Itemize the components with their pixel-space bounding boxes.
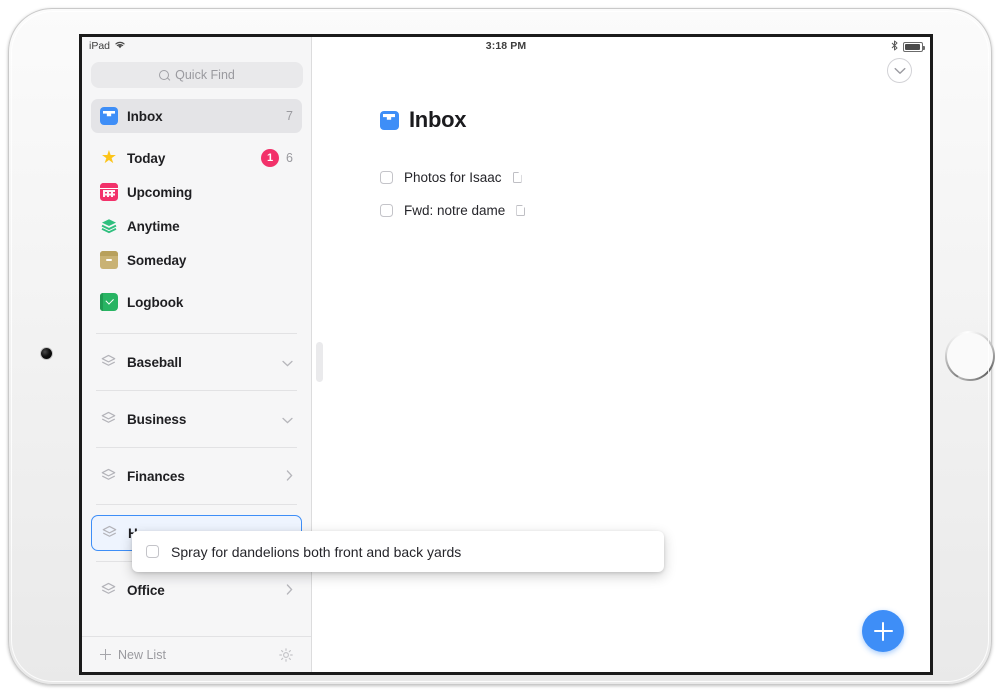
todo-item[interactable]: Photos for Isaac <box>380 161 890 194</box>
sidebar-item-label: Someday <box>127 252 187 268</box>
sidebar-item-meta: 7 <box>286 109 293 123</box>
item-count: 6 <box>286 151 293 165</box>
new-list-button[interactable]: New List <box>100 648 166 662</box>
add-task-button[interactable] <box>862 610 904 652</box>
sidebar-item-upcoming[interactable]: Upcoming <box>91 175 302 209</box>
status-badge: 1 <box>261 149 280 167</box>
box-icon <box>100 251 118 269</box>
note-icon <box>516 205 525 216</box>
status-bar-clock: 3:18 PM <box>485 40 527 52</box>
search-input[interactable]: Quick Find <box>91 62 303 88</box>
sidebar-list-label: Baseball <box>127 354 182 370</box>
chevron-right-icon[interactable] <box>286 469 293 483</box>
search-icon <box>159 69 170 81</box>
sidebar-list-label: Business <box>127 411 187 427</box>
sidebar-item-label: Logbook <box>127 294 184 310</box>
todo-title: Photos for Isaac <box>404 170 502 185</box>
page-title-label: Inbox <box>409 107 467 132</box>
todo-checkbox[interactable] <box>380 204 393 217</box>
list-icon <box>100 467 118 485</box>
collapse-button[interactable] <box>887 58 912 83</box>
sidebar-list-label: Finances <box>127 468 185 484</box>
logbook-icon <box>100 293 118 311</box>
stack-icon <box>100 217 118 235</box>
sidebar-list-baseball[interactable]: Baseball <box>91 344 302 380</box>
list-icon <box>100 410 118 428</box>
sidebar-list-office[interactable]: Office <box>91 572 302 608</box>
list-icon <box>101 524 119 542</box>
bluetooth-icon <box>891 40 898 54</box>
search-placeholder: Quick Find <box>175 68 235 82</box>
new-list-label: New List <box>118 647 166 662</box>
chevron-down-icon <box>894 67 906 75</box>
calendar-icon <box>100 183 118 201</box>
chevron-right-icon[interactable] <box>286 583 293 597</box>
main-content: Inbox Photos for Isaac Fwd: notre dame <box>313 37 930 672</box>
gear-icon[interactable] <box>279 647 293 662</box>
sidebar-item-logbook[interactable]: Logbook <box>91 285 302 319</box>
page-title: Inbox <box>380 107 466 133</box>
sidebar-item-label: Inbox <box>127 108 163 124</box>
todo-title: Fwd: notre dame <box>404 203 506 218</box>
chevron-down-icon[interactable] <box>282 413 293 426</box>
todo-item[interactable]: Fwd: notre dame <box>380 194 890 227</box>
list-icon <box>100 353 118 371</box>
sidebar-item-label: Today <box>127 150 166 166</box>
dragged-task-card[interactable]: Spray for dandelions both front and back… <box>132 531 664 572</box>
sidebar-item-today[interactable]: ★ Today 1 6 <box>91 141 302 175</box>
divider <box>96 333 297 334</box>
sidebar-item-meta: 1 6 <box>261 149 293 167</box>
sidebar-list-finances[interactable]: Finances <box>91 458 302 494</box>
status-bar-right <box>891 40 925 54</box>
front-camera-icon <box>41 348 52 359</box>
dragged-task-title: Spray for dandelions both front and back… <box>171 543 462 560</box>
plus-icon <box>100 649 111 660</box>
sidebar-list-label: Office <box>127 582 165 598</box>
status-bar: iPad 3:18 PM <box>82 37 930 57</box>
list-icon <box>100 581 118 599</box>
battery-icon <box>903 42 925 52</box>
todo-list: Photos for Isaac Fwd: notre dame <box>380 161 890 227</box>
sidebar-item-anytime[interactable]: Anytime <box>91 209 302 243</box>
sidebar-footer: New List <box>82 636 311 672</box>
sidebar-item-label: Anytime <box>127 218 180 234</box>
inbox-icon <box>380 110 399 130</box>
todo-checkbox[interactable] <box>380 171 393 184</box>
todo-checkbox[interactable] <box>146 545 159 558</box>
divider <box>96 447 297 448</box>
sidebar-splitter-handle[interactable] <box>316 342 323 382</box>
ipad-device-frame: iPad 3:18 PM Quick Find Inbox 7 ★ Today … <box>8 8 995 685</box>
star-icon: ★ <box>100 147 118 167</box>
sidebar-item-inbox[interactable]: Inbox 7 <box>91 99 302 133</box>
ipad-screen: iPad 3:18 PM Quick Find Inbox 7 ★ Today … <box>79 34 933 675</box>
divider <box>96 390 297 391</box>
home-button[interactable] <box>945 331 995 381</box>
sidebar-item-label: Upcoming <box>127 184 193 200</box>
inbox-icon <box>100 107 118 125</box>
plus-icon <box>873 621 893 641</box>
chevron-down-icon[interactable] <box>282 356 293 369</box>
note-icon <box>513 172 522 183</box>
sidebar-item-someday[interactable]: Someday <box>91 243 302 277</box>
item-count: 7 <box>286 109 293 123</box>
sidebar: Quick Find Inbox 7 ★ Today 1 6 Upcoming … <box>82 37 312 672</box>
divider <box>96 504 297 505</box>
sidebar-list-business[interactable]: Business <box>91 401 302 437</box>
